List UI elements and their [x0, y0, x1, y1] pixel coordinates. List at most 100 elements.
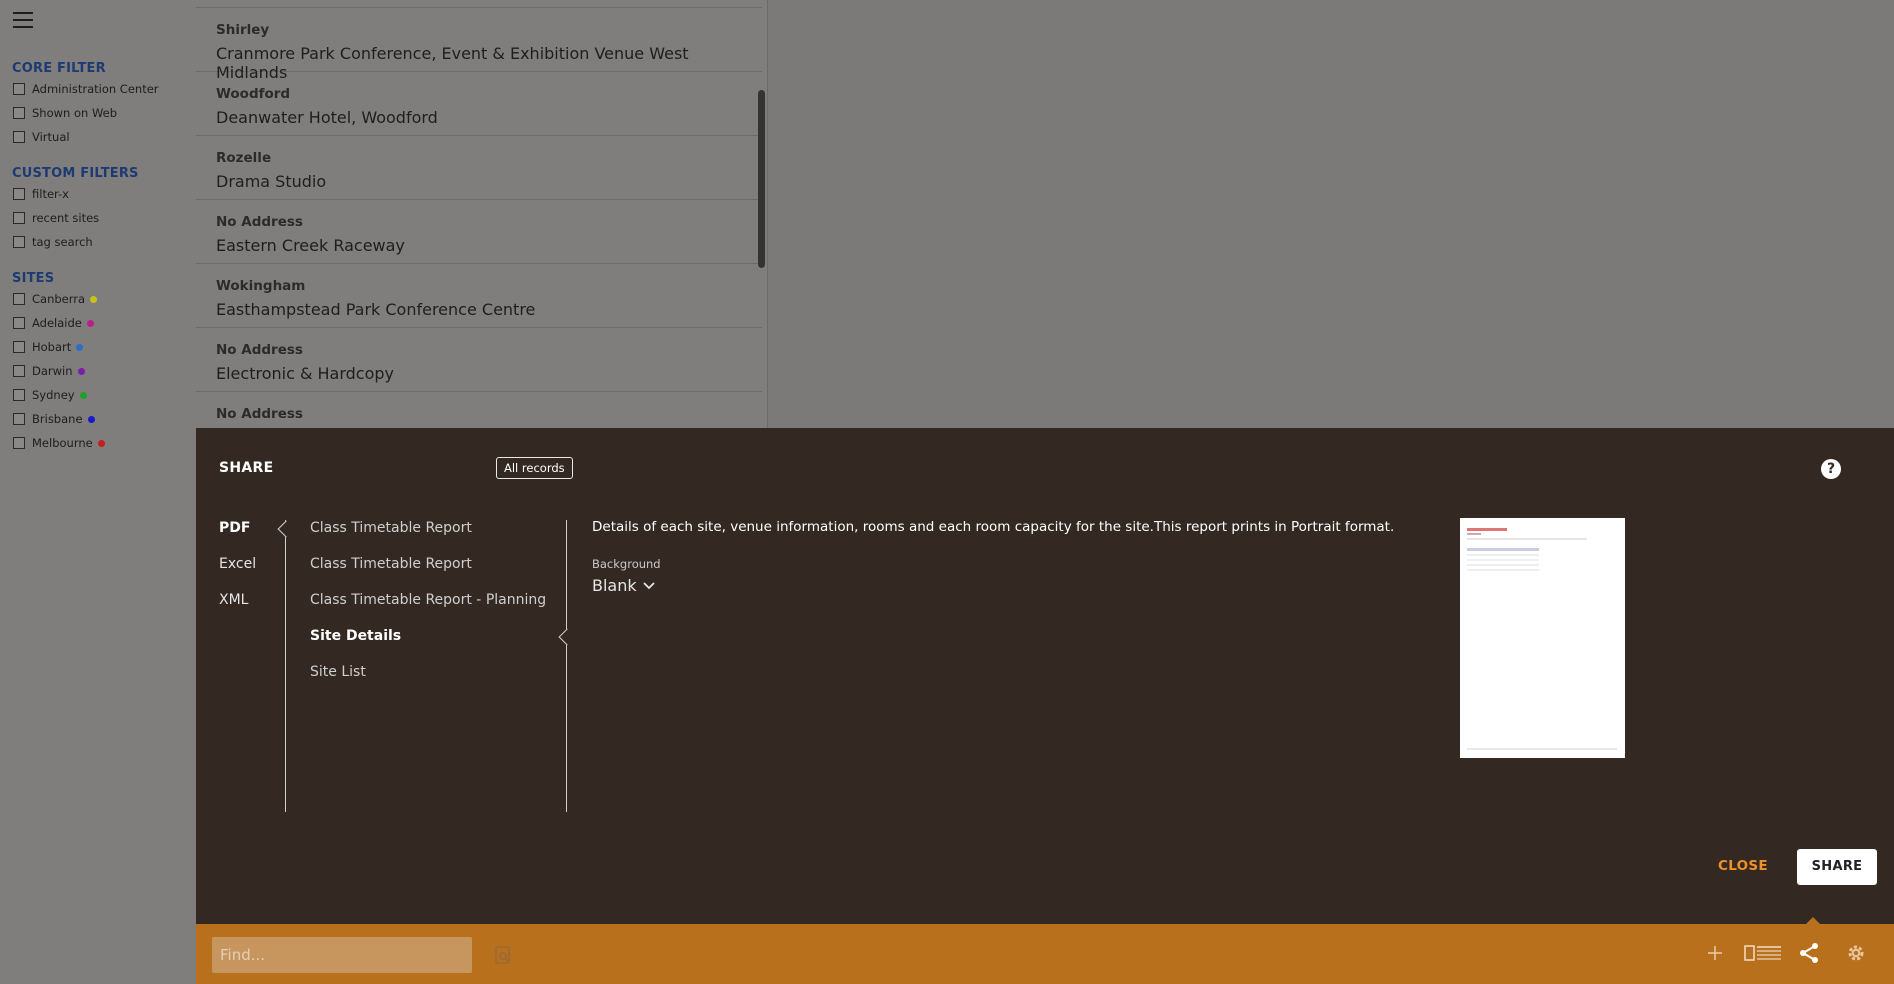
preview-footer — [1467, 748, 1617, 750]
report-class-timetable[interactable]: Class Timetable Report — [310, 520, 472, 536]
site-color-dot — [79, 391, 87, 399]
list-item[interactable]: No Address Electronic & Hardcopy — [196, 328, 762, 392]
help-icon[interactable]: ? — [1821, 459, 1841, 479]
record-location: Shirley — [216, 22, 270, 38]
checkbox[interactable] — [13, 365, 25, 377]
format-divider — [285, 520, 286, 812]
site-color-dot — [76, 343, 84, 351]
filter-administration-center[interactable]: Administration Center — [13, 81, 159, 97]
search-document-icon[interactable] — [494, 946, 512, 964]
share-panel-title: SHARE — [219, 460, 274, 476]
record-name: Eastern Creek Raceway — [216, 236, 405, 255]
preview-heading-shape — [1467, 528, 1507, 531]
record-name: Electronic & Hardcopy — [216, 364, 395, 383]
filter-shown-on-web[interactable]: Shown on Web — [13, 105, 117, 121]
record-location: No Address — [216, 342, 303, 358]
site-sydney[interactable]: Sydney — [13, 387, 87, 403]
report-site-details[interactable]: Site Details — [310, 628, 401, 644]
section-title-custom-filters: CUSTOM FILTERS — [12, 166, 139, 181]
format-selection-notch — [277, 520, 295, 538]
share-panel-caret — [1806, 917, 1820, 924]
checkbox[interactable] — [13, 188, 25, 200]
site-adelaide[interactable]: Adelaide — [13, 315, 94, 331]
site-hobart[interactable]: Hobart — [13, 339, 84, 355]
report-divider — [566, 520, 567, 812]
list-item[interactable]: No Address — [196, 392, 762, 428]
site-color-dot — [97, 439, 105, 447]
checkbox[interactable] — [13, 389, 25, 401]
checkbox[interactable] — [13, 131, 25, 143]
checkbox[interactable] — [13, 83, 25, 95]
background-value: Blank — [592, 576, 637, 595]
preview-subheading-shape — [1467, 533, 1481, 535]
site-darwin[interactable]: Darwin — [13, 363, 85, 379]
site-color-dot — [90, 295, 98, 303]
report-description: Details of each site, venue information,… — [592, 519, 1395, 535]
find-input[interactable] — [212, 937, 472, 973]
record-location: No Address — [216, 406, 303, 422]
record-name: Drama Studio — [216, 172, 327, 191]
add-icon[interactable] — [1706, 944, 1724, 962]
format-pdf[interactable]: PDF — [219, 520, 250, 536]
record-location: Rozelle — [216, 150, 272, 166]
share-icon[interactable] — [1798, 942, 1820, 964]
list-item[interactable]: Woodford Deanwater Hotel, Woodford — [196, 72, 762, 136]
sidebar: CORE FILTER Administration Center Shown … — [0, 0, 196, 984]
record-name: Easthampstead Park Conference Centre — [216, 300, 536, 319]
preview-table-row — [1467, 554, 1539, 556]
preview-table-row — [1467, 559, 1539, 561]
filter-recent-sites[interactable]: recent sites — [13, 210, 99, 226]
report-class-timetable-planning[interactable]: Class Timetable Report - Planning — [310, 592, 546, 608]
report-selection-notch — [558, 628, 576, 646]
preview-table-row — [1467, 564, 1539, 566]
preview-table-header — [1467, 548, 1539, 551]
checkbox[interactable] — [13, 107, 25, 119]
bottom-toolbar — [196, 917, 1894, 984]
background-select[interactable]: Blank — [592, 576, 655, 595]
gear-icon[interactable] — [1846, 943, 1866, 963]
checkbox[interactable] — [13, 437, 25, 449]
checkbox[interactable] — [13, 413, 25, 425]
record-location: Wokingham — [216, 278, 306, 294]
checkbox[interactable] — [13, 293, 25, 305]
filter-filter-x[interactable]: filter-x — [13, 186, 69, 202]
site-canberra[interactable]: Canberra — [13, 291, 98, 307]
list-item[interactable]: No Address Eastern Creek Raceway — [196, 200, 762, 264]
site-color-dot — [77, 367, 85, 375]
preview-table-row — [1467, 569, 1539, 571]
section-title-core-filter: CORE FILTER — [12, 61, 106, 76]
close-button[interactable]: CLOSE — [1718, 858, 1768, 874]
preview-line — [1467, 538, 1587, 540]
checkbox[interactable] — [13, 212, 25, 224]
report-preview-thumbnail — [1460, 518, 1625, 758]
record-name: Deanwater Hotel, Woodford — [216, 108, 438, 127]
list-item[interactable] — [196, 0, 762, 8]
site-brisbane[interactable]: Brisbane — [13, 411, 95, 427]
list-item[interactable]: Shirley Cranmore Park Conference, Event &… — [196, 8, 762, 82]
site-melbourne[interactable]: Melbourne — [13, 435, 105, 451]
format-xml[interactable]: XML — [219, 592, 248, 608]
share-panel: SHARE All records ? PDF Excel XML Class … — [196, 428, 1894, 924]
scope-button[interactable]: All records — [496, 457, 573, 479]
format-excel[interactable]: Excel — [219, 556, 256, 572]
site-color-dot — [87, 415, 95, 423]
background-label: Background — [592, 557, 661, 571]
list-item[interactable]: Wokingham Easthampstead Park Conference C… — [196, 264, 762, 328]
record-location: No Address — [216, 214, 303, 230]
list-scrollbar[interactable] — [758, 90, 765, 268]
hamburger-menu-icon[interactable] — [13, 12, 33, 28]
checkbox[interactable] — [13, 341, 25, 353]
split-view-icon[interactable] — [1744, 944, 1782, 962]
chevron-down-icon — [643, 581, 655, 589]
report-site-list[interactable]: Site List — [310, 664, 366, 680]
checkbox[interactable] — [13, 236, 25, 248]
share-button[interactable]: SHARE — [1797, 849, 1877, 885]
filter-tag-search[interactable]: tag search — [13, 234, 93, 250]
record-list[interactable]: Shirley Cranmore Park Conference, Event &… — [196, 0, 768, 428]
checkbox[interactable] — [13, 317, 25, 329]
list-item[interactable]: Rozelle Drama Studio — [196, 136, 762, 200]
record-location: Woodford — [216, 86, 291, 102]
site-color-dot — [86, 319, 94, 327]
filter-virtual[interactable]: Virtual — [13, 129, 70, 145]
report-class-timetable-2[interactable]: Class Timetable Report — [310, 556, 472, 572]
